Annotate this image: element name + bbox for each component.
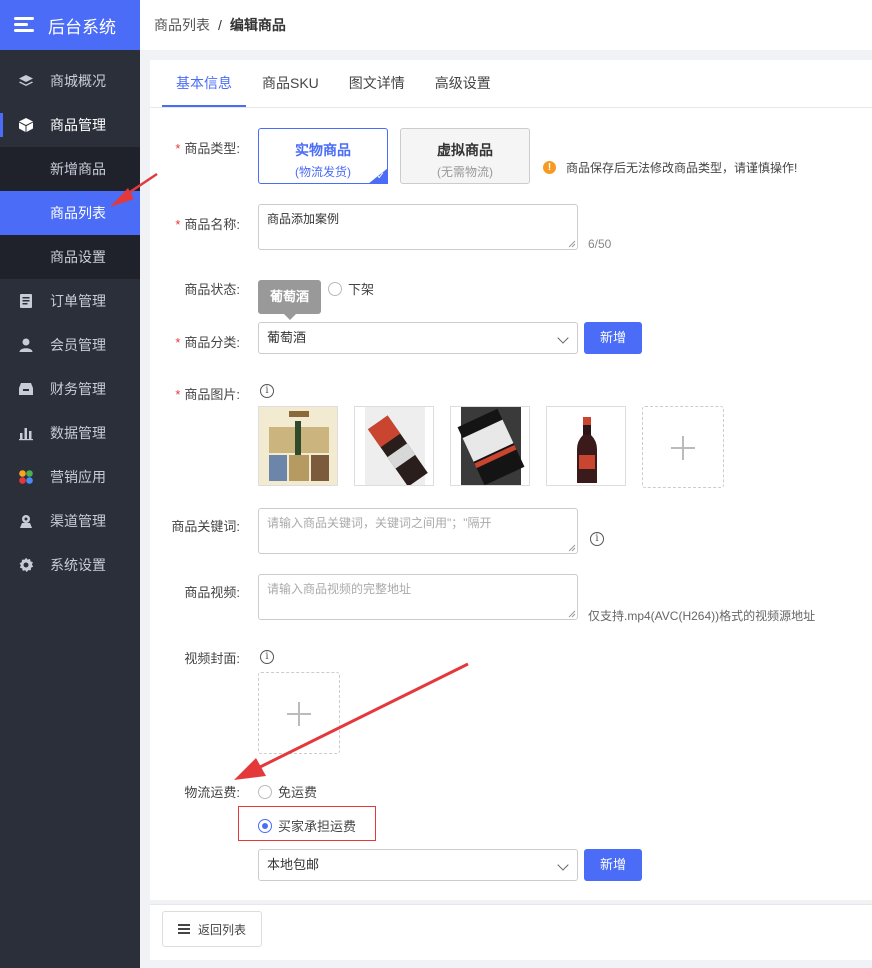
product-image-4[interactable] [546, 406, 626, 486]
product-status-label: 商品状态: [184, 282, 240, 297]
product-image-3[interactable] [450, 406, 530, 486]
bottle-neck-image [355, 407, 433, 485]
tab-bar: 基本信息 商品SKU 图文详情 高级设置 [150, 60, 872, 108]
product-name-label: * 商品名称: [175, 217, 240, 232]
resize-handle-icon [568, 544, 576, 552]
sidebar-item-finance[interactable]: 财务管理 [0, 367, 140, 411]
type-warning: ! 商品保存后无法修改商品类型，请谨慎操作! [543, 159, 797, 176]
gear-cluster-icon [18, 513, 34, 529]
product-type-label: * 商品类型: [175, 141, 240, 156]
wallet-icon [18, 381, 34, 397]
type-physical-card[interactable]: 实物商品 (物流发货) ✓ [258, 128, 388, 184]
bottle-label-image [451, 407, 529, 485]
breadcrumb-separator: / [218, 17, 222, 33]
product-image-1[interactable] [258, 406, 338, 486]
brand-title: 后台系统 [48, 17, 116, 37]
category-select[interactable]: 葡萄酒 [258, 322, 578, 354]
apps-icon [18, 469, 34, 485]
sidebar-item-overview[interactable]: 商城概况 [0, 59, 140, 103]
check-icon: ✓ [376, 171, 385, 182]
add-category-button[interactable]: 新增 [584, 322, 642, 354]
warning-icon: ! [543, 161, 556, 174]
type-physical-title: 实物商品 [295, 142, 351, 158]
radio-unchecked-icon [328, 281, 342, 296]
radio-checked-icon [258, 818, 272, 833]
chevron-down-icon [557, 332, 569, 344]
sidebar-item-channels[interactable]: 渠道管理 [0, 499, 140, 543]
sidebar-item-system-settings[interactable]: 系统设置 [0, 543, 140, 587]
brand-header[interactable]: 后台系统 [0, 0, 140, 50]
menu-icon[interactable] [14, 17, 34, 33]
layers-icon [18, 73, 34, 89]
user-icon [18, 337, 34, 353]
back-to-list-button[interactable]: 返回列表 [162, 911, 262, 947]
info-icon[interactable]: i [260, 384, 274, 398]
type-virtual-card[interactable]: 虚拟商品 (无需物流) [400, 128, 530, 184]
wine-bottle-image [547, 407, 625, 485]
list-icon [177, 924, 190, 934]
video-hint: 仅支持.mp4(AVC(H264))格式的视频源地址 [588, 609, 816, 623]
breadcrumb: 商品列表 / 编辑商品 [140, 0, 872, 50]
gear-icon [18, 557, 34, 573]
shipping-label: 物流运费: [184, 785, 240, 800]
product-images-label: * 商品图片: [175, 387, 240, 402]
wine-brochure-image [259, 407, 337, 485]
shipping-buyer-radio[interactable]: 买家承担运费 [258, 816, 356, 835]
tab-sku[interactable]: 商品SKU [248, 60, 333, 107]
name-char-count: 6/50 [588, 237, 612, 251]
status-off-radio[interactable]: 下架 [328, 279, 374, 298]
chevron-down-icon [557, 859, 569, 871]
type-virtual-title: 虚拟商品 [437, 142, 493, 158]
edit-product-panel: 基本信息 商品SKU 图文详情 高级设置 * 商品类型: 实物商品 (物流发货) … [150, 60, 872, 900]
cube-icon [18, 117, 34, 133]
form-footer: 返回列表 [150, 904, 872, 960]
video-label: 商品视频: [184, 585, 240, 600]
sidebar-subitem-add-product[interactable]: 新增商品 [0, 147, 140, 191]
tab-advanced[interactable]: 高级设置 [421, 60, 505, 107]
breadcrumb-current: 编辑商品 [229, 17, 286, 33]
sidebar-item-orders[interactable]: 订单管理 [0, 279, 140, 323]
cover-info-icon[interactable]: i [260, 650, 274, 664]
shipping-template-select[interactable]: 本地包邮 [258, 849, 578, 881]
keywords-info-icon[interactable]: i [590, 532, 604, 546]
order-icon [18, 293, 34, 309]
product-name-input[interactable]: 商品添加案例 [258, 204, 578, 250]
video-cover-upload[interactable] [258, 672, 340, 754]
sidebar-submenu: 新增商品 商品列表 商品设置 [0, 147, 140, 279]
resize-handle-icon [568, 610, 576, 618]
product-category-label: * 商品分类: [175, 335, 240, 350]
sidebar: 后台系统 商城概况 商品管理 新增商品 商品列表 商品设置 订单管理 会员管理 … [0, 0, 140, 968]
resize-handle-icon [568, 240, 576, 248]
video-cover-label: 视频封面: [184, 651, 240, 666]
video-url-input[interactable]: 请输入商品视频的完整地址 [258, 574, 578, 620]
sidebar-item-marketing[interactable]: 营销应用 [0, 455, 140, 499]
sidebar-subitem-product-list[interactable]: 商品列表 [0, 191, 140, 235]
bar-chart-icon [18, 425, 34, 441]
breadcrumb-parent[interactable]: 商品列表 [154, 15, 210, 35]
keywords-label: 商品关键词: [171, 519, 240, 534]
category-tooltip: 葡萄酒 [258, 280, 322, 320]
product-image-2[interactable] [354, 406, 434, 486]
shipping-free-radio[interactable]: 免运费 [258, 782, 317, 801]
sidebar-item-products[interactable]: 商品管理 [0, 103, 140, 147]
sidebar-item-data[interactable]: 数据管理 [0, 411, 140, 455]
tab-details[interactable]: 图文详情 [335, 60, 419, 107]
sidebar-item-members[interactable]: 会员管理 [0, 323, 140, 367]
keywords-input[interactable]: 请输入商品关键词，关键词之间用"；"隔开 [258, 508, 578, 554]
radio-unchecked-icon [258, 784, 272, 799]
sidebar-subitem-product-settings[interactable]: 商品设置 [0, 235, 140, 279]
add-image-upload[interactable] [642, 406, 724, 488]
type-virtual-sub: (无需物流) [437, 165, 493, 179]
tab-basic-info[interactable]: 基本信息 [162, 60, 246, 107]
add-shipping-template-button[interactable]: 新增 [584, 849, 642, 881]
